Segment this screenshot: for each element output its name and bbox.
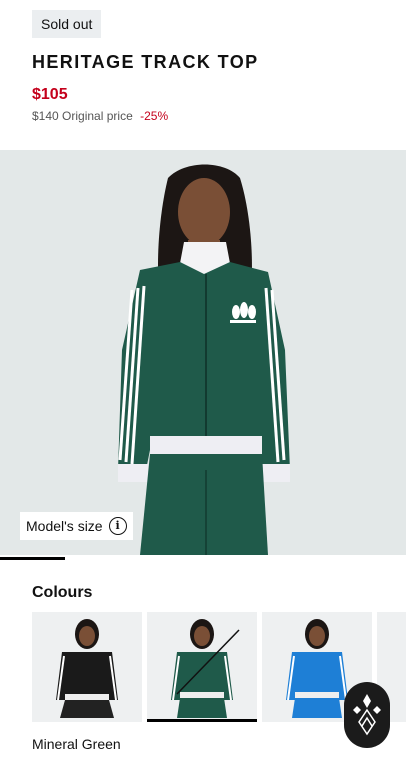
product-image[interactable] bbox=[0, 150, 406, 555]
original-price-row: $140 Original price -25% bbox=[32, 109, 168, 123]
gallery-progress-fill bbox=[0, 557, 65, 560]
assistant-button[interactable] bbox=[344, 682, 390, 748]
info-icon: i bbox=[108, 517, 127, 535]
diamond-sparkle-icon bbox=[353, 694, 381, 736]
selected-colour-name: Mineral Green bbox=[32, 736, 121, 752]
swatch-black[interactable] bbox=[32, 612, 142, 722]
models-size-button[interactable]: Model's size i bbox=[20, 512, 133, 540]
sale-price: $105 bbox=[32, 86, 68, 103]
swatch-mineral-green[interactable] bbox=[147, 612, 257, 722]
original-price-label: Original price bbox=[62, 109, 133, 123]
colours-heading: Colours bbox=[32, 584, 93, 601]
models-size-label: Model's size bbox=[26, 518, 103, 534]
product-title: HERITAGE TRACK TOP bbox=[32, 52, 259, 72]
swatch-green-thumbnail bbox=[171, 619, 240, 718]
swatch-black-thumbnail bbox=[56, 619, 118, 718]
sold-out-badge: Sold out bbox=[32, 10, 102, 38]
model-illustration bbox=[118, 164, 290, 555]
original-price: $140 bbox=[32, 109, 59, 123]
gallery-progress-bar bbox=[0, 557, 406, 560]
discount-label: -25% bbox=[140, 109, 169, 123]
